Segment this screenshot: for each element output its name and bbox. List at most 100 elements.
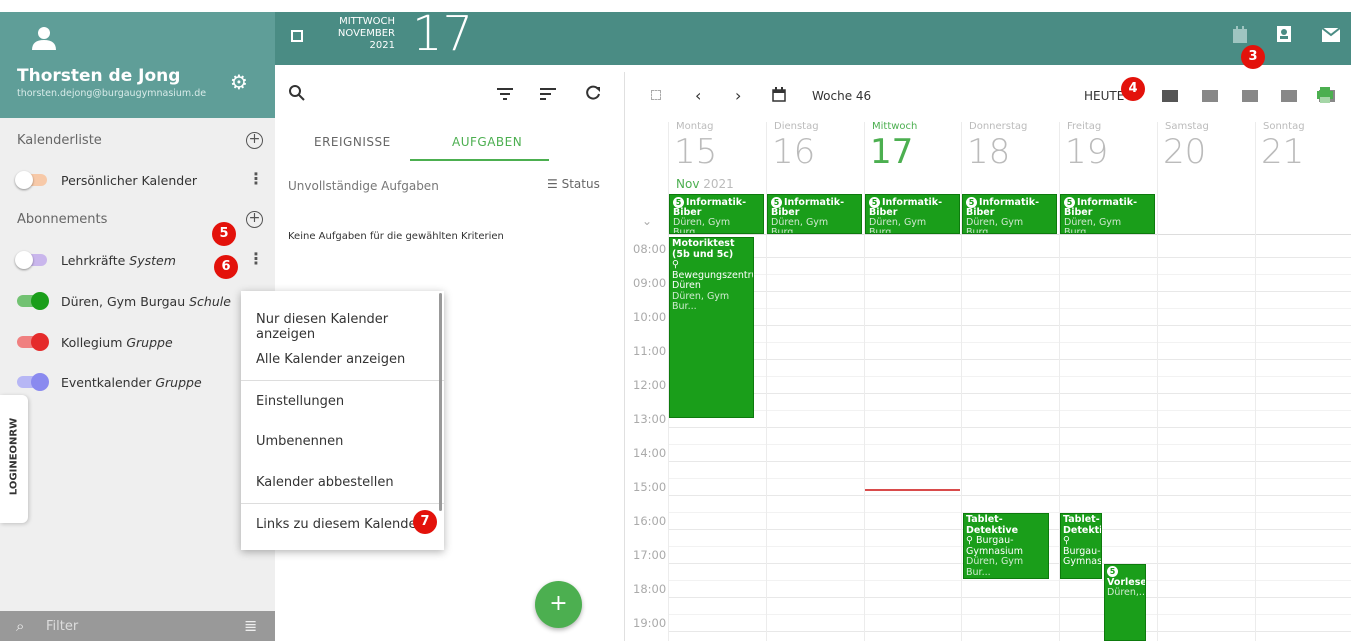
- event-tablet-detektive-fri[interactable]: Tablet-Detektive ⚲ Burgau-Gymnasium: [1060, 513, 1102, 579]
- calendar-label: Düren, Gym Burgau: [61, 293, 186, 309]
- hour-label: 08:00: [633, 242, 667, 256]
- expand-icon[interactable]: [651, 90, 661, 100]
- event-location: Burgau-Gymnasium: [966, 535, 1023, 557]
- add-subscription-icon[interactable]: +: [246, 211, 263, 228]
- search-icon: ⌕: [16, 617, 25, 635]
- more-vert-icon[interactable]: ⋮: [248, 169, 264, 188]
- calendar-item-personal[interactable]: Persönlicher Kalender: [15, 169, 198, 191]
- event-title: Informatik-Biber: [869, 197, 943, 218]
- half-hour-gridline: [668, 410, 1351, 411]
- more-vert-icon[interactable]: ⋮: [248, 249, 264, 268]
- event-location: Bewegungszentrum Düren: [672, 269, 753, 291]
- toggle-lehrkraefte[interactable]: [15, 251, 47, 269]
- toggle-kollegium[interactable]: [17, 333, 49, 351]
- menu-item-links[interactable]: Links zu diesem Kalender: [256, 517, 422, 532]
- day-view-icon[interactable]: [1162, 90, 1178, 102]
- search-icon[interactable]: [289, 85, 305, 101]
- day-number[interactable]: 16: [772, 132, 815, 172]
- calendar-item-event[interactable]: Eventkalender Gruppe: [17, 371, 202, 393]
- hour-gridline: [668, 495, 1351, 496]
- day-number[interactable]: 17: [870, 132, 913, 172]
- tab-indicator: [410, 159, 549, 161]
- sort-icon[interactable]: [540, 87, 556, 101]
- list-menu-icon[interactable]: ≣: [244, 616, 257, 635]
- hour-label: 19:00: [633, 616, 667, 630]
- menu-item-rename[interactable]: Umbenennen: [256, 434, 343, 449]
- add-calendar-icon[interactable]: +: [246, 132, 263, 149]
- day-column-divider: [864, 122, 865, 641]
- context-menu: Nur diesen Kalender anzeigen Alle Kalend…: [241, 291, 444, 550]
- day-name: Donnerstag: [969, 121, 1028, 132]
- toggle-personal[interactable]: [15, 171, 47, 189]
- day-name: Montag: [676, 121, 714, 132]
- day-number[interactable]: 15: [674, 132, 717, 172]
- user-header: Thorsten de Jong thorsten.dejong@burgaug…: [0, 12, 275, 118]
- year-view-icon[interactable]: [1281, 90, 1297, 102]
- mail-icon[interactable]: [1322, 28, 1340, 42]
- day-number[interactable]: 19: [1065, 132, 1108, 172]
- filter-bar[interactable]: ⌕ Filter ≣: [0, 611, 275, 641]
- calendar-list-title: Kalenderliste: [17, 133, 102, 148]
- menu-item-show-only[interactable]: Nur diesen Kalender anzeigen: [256, 312, 444, 342]
- print-icon[interactable]: [1317, 87, 1333, 103]
- calendar-label: Persönlicher Kalender: [61, 172, 198, 188]
- contacts-icon[interactable]: [1276, 24, 1292, 44]
- calendar-item-lehrkraefte[interactable]: Lehrkräfte System: [15, 249, 176, 271]
- location-pin-icon: ⚲: [966, 535, 973, 546]
- hour-label: 10:00: [633, 310, 667, 324]
- event-vorleset[interactable]: 5 Vorleset Düren,...: [1104, 564, 1146, 641]
- subscriptions-title: Abonnements: [17, 212, 108, 227]
- half-hour-gridline: [668, 478, 1351, 479]
- calendar-item-kollegium[interactable]: Kollegium Gruppe: [17, 331, 173, 353]
- allday-event-informatik-biber[interactable]: 5 Informatik-Biber Düren, Gym Burg...: [669, 194, 764, 234]
- allday-event-informatik-biber[interactable]: 5 Informatik-Biber Düren, Gym Burg...: [865, 194, 960, 234]
- menu-item-settings[interactable]: Einstellungen: [256, 394, 344, 409]
- logineo-logo[interactable]: LOGINEONRW: [0, 395, 28, 523]
- sidebar: Kalenderliste + Persönlicher Kalender ⋮ …: [0, 118, 275, 641]
- allday-event-informatik-biber[interactable]: 5 Informatik-Biber Düren, Gym Burg...: [767, 194, 862, 234]
- status-sort[interactable]: ☰ Status: [547, 177, 600, 191]
- top-bar: MITTWOCH NOVEMBER 2021 17: [275, 6, 1351, 65]
- allday-event-informatik-biber[interactable]: 5 Informatik-Biber Düren, Gym Burg...: [962, 194, 1057, 234]
- half-hour-gridline: [668, 342, 1351, 343]
- toggle-event[interactable]: [17, 373, 49, 391]
- menu-scrollbar[interactable]: [439, 293, 442, 511]
- toggle-dueren[interactable]: [17, 292, 49, 310]
- month-view-icon[interactable]: [1242, 90, 1258, 102]
- week-view-icon[interactable]: [1202, 90, 1218, 102]
- month-label: NOVEMBER: [337, 28, 395, 39]
- weekday-label: MITTWOCH: [339, 16, 395, 27]
- location-pin-icon: ⚲: [672, 259, 679, 270]
- tab-ereignisse[interactable]: EREIGNISSE: [314, 135, 391, 149]
- date-text: MITTWOCH NOVEMBER 2021: [335, 16, 395, 52]
- today-button[interactable]: HEUTE: [1084, 89, 1124, 103]
- calendar-nav-icon[interactable]: [1232, 26, 1248, 44]
- add-task-button[interactable]: +: [535, 581, 582, 628]
- filter-icon[interactable]: [497, 87, 513, 101]
- annotation-badge-6: 6: [214, 255, 238, 279]
- fullscreen-icon[interactable]: [291, 30, 303, 42]
- settings-gear-icon[interactable]: ⚙: [230, 70, 248, 94]
- calendar-picker-icon[interactable]: [772, 87, 786, 102]
- event-tablet-detektive-thu[interactable]: Tablet-Detektive ⚲ Burgau-Gymnasium Düre…: [963, 513, 1049, 579]
- day-column-divider: [1255, 122, 1256, 641]
- collapse-allday-icon[interactable]: ⌄: [642, 214, 652, 228]
- menu-item-show-all[interactable]: Alle Kalender anzeigen: [256, 352, 405, 367]
- event-location: Düren, Gym Burg...: [771, 217, 829, 234]
- hour-gridline: [668, 461, 1351, 462]
- hour-gridline: [668, 291, 1351, 292]
- tab-aufgaben[interactable]: AUFGABEN: [452, 135, 522, 149]
- menu-item-unsubscribe[interactable]: Kalender abbestellen: [256, 475, 394, 490]
- hour-label: 18:00: [633, 582, 667, 596]
- day-number[interactable]: 18: [967, 132, 1010, 172]
- user-icon[interactable]: [31, 26, 57, 50]
- calendar-item-dueren[interactable]: Düren, Gym Burgau Schule: [17, 290, 231, 312]
- day-number[interactable]: 20: [1163, 132, 1206, 172]
- day-number[interactable]: 21: [1261, 132, 1304, 172]
- next-week-icon[interactable]: ›: [735, 86, 741, 105]
- event-motoriktest[interactable]: Motoriktest (5b und 5c) ⚲ Bewegungszentr…: [669, 237, 754, 418]
- refresh-icon[interactable]: [585, 85, 601, 101]
- prev-week-icon[interactable]: ‹: [695, 86, 701, 105]
- event-title: Informatik-Biber: [966, 197, 1040, 218]
- allday-event-informatik-biber[interactable]: 5 Informatik-Biber Düren, Gym Burg...: [1060, 194, 1155, 234]
